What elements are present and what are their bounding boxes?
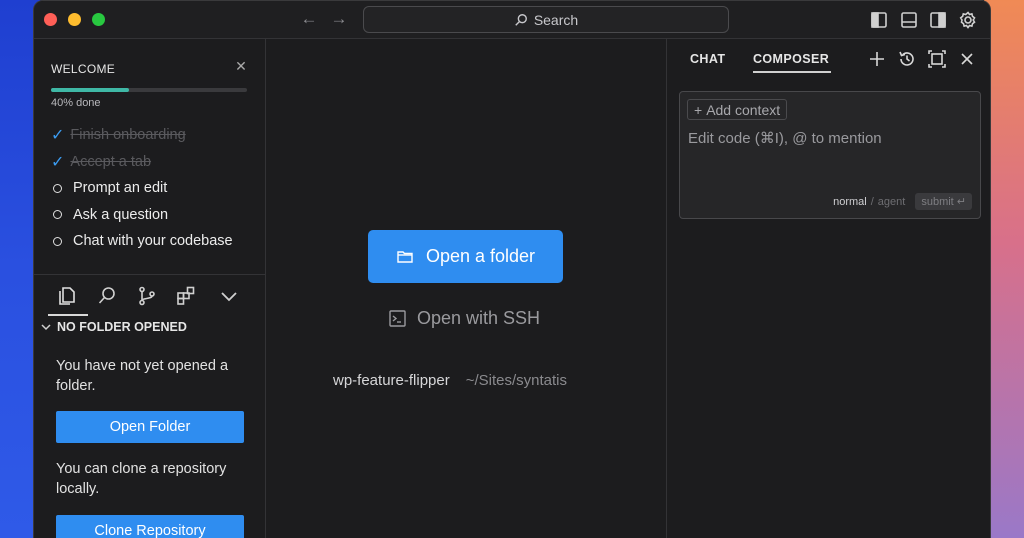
onboarding-progress-bar (51, 88, 247, 92)
search-label: Search (533, 11, 579, 28)
composer-placeholder: Edit code (⌘I), @ to mention (688, 130, 882, 147)
sidebar: WELCOME ✕ 40% done ✓ Finish onboarding ✓… (34, 39, 266, 538)
toggle-secondary-sidebar-icon[interactable] (928, 10, 948, 30)
arrow-right-icon[interactable]: → (329, 9, 349, 29)
circle-icon (53, 210, 62, 220)
gear-icon[interactable] (958, 10, 978, 30)
checklist-item-label: Accept a tab (70, 153, 152, 170)
composer-input[interactable]: + Add context Edit code (⌘I), @ to menti… (679, 91, 981, 219)
explorer-section-header[interactable]: NO FOLDER OPENED (40, 320, 187, 334)
editor-area: Open a folder Open with SSH wp-feature-f… (266, 39, 666, 538)
recent-project-path: ~/Sites/syntatis (465, 372, 568, 389)
open-with-ssh-label: Open with SSH (417, 308, 541, 328)
search-bar[interactable]: Search (363, 6, 729, 33)
close-icon[interactable] (957, 49, 977, 69)
arrow-left-icon[interactable]: ← (299, 9, 319, 29)
circle-icon (53, 236, 62, 246)
progress-fill (51, 88, 130, 92)
titlebar: ← → Search (34, 1, 990, 39)
open-with-ssh-button[interactable]: Open with SSH (388, 308, 540, 329)
history-icon[interactable] (897, 49, 917, 69)
tab-chat[interactable]: CHAT (690, 52, 725, 66)
active-tab-indicator (753, 71, 831, 73)
minimize-window-button[interactable] (68, 13, 81, 26)
extensions-icon[interactable] (175, 285, 197, 307)
open-a-folder-label: Open a folder (425, 246, 536, 266)
source-control-icon[interactable] (136, 285, 158, 307)
checklist-item-label: Finish onboarding (70, 127, 186, 144)
toggle-panel-icon[interactable] (899, 10, 919, 30)
chevron-down-icon[interactable] (218, 285, 240, 307)
progress-text: 40% done (51, 97, 101, 109)
plus-icon[interactable] (867, 49, 887, 69)
activity-bar (34, 274, 266, 316)
checklist-item[interactable]: Ask a question (51, 202, 233, 229)
folder-icon (397, 250, 413, 263)
plus-icon: + (694, 101, 703, 118)
recent-project[interactable]: wp-feature-flipper ~/Sites/syntatis (333, 372, 567, 389)
clone-repository-button[interactable]: Clone Repository (56, 515, 244, 538)
checklist-item-label: Chat with your codebase (73, 233, 233, 250)
tab-composer[interactable]: COMPOSER (753, 52, 829, 66)
checklist-item[interactable]: ✓ Finish onboarding (51, 122, 233, 149)
add-context-label: Add context (706, 101, 781, 118)
active-view-indicator (48, 314, 88, 316)
checkmark-icon: ✓ (51, 127, 65, 145)
search-icon[interactable] (96, 285, 118, 307)
checklist-item[interactable]: Prompt an edit (51, 175, 233, 202)
search-icon (515, 13, 527, 26)
composer-footer: normal / agent submit ↵ (833, 193, 972, 210)
maximize-window-button[interactable] (92, 13, 105, 26)
close-window-button[interactable] (44, 13, 57, 26)
toggle-primary-sidebar-icon[interactable] (869, 10, 889, 30)
open-a-folder-button[interactable]: Open a folder (368, 230, 563, 283)
checklist-item-label: Ask a question (73, 206, 169, 223)
folder-header-label: NO FOLDER OPENED (57, 320, 187, 334)
checklist-item[interactable]: Chat with your codebase (51, 228, 233, 255)
welcome-title: WELCOME (51, 62, 116, 76)
mode-normal[interactable]: normal (833, 196, 867, 208)
mode-agent[interactable]: agent (878, 196, 906, 208)
no-folder-message: You have not yet opened a folder. (56, 358, 229, 394)
add-context-button[interactable]: + Add context (687, 99, 788, 120)
close-icon[interactable]: ✕ (234, 59, 248, 73)
checklist-item-label: Prompt an edit (73, 180, 168, 197)
terminal-icon (389, 310, 406, 327)
files-icon[interactable] (56, 285, 78, 307)
app-window: ← → Search WELCOME ✕ 40% done ✓ Finish o… (33, 0, 991, 538)
checkmark-icon: ✓ (51, 153, 65, 171)
chevron-down-icon (41, 324, 51, 331)
maximize-icon[interactable] (927, 49, 947, 69)
mode-separator: / (870, 195, 874, 208)
checklist-item[interactable]: ✓ Accept a tab (51, 149, 233, 176)
circle-icon (53, 183, 62, 193)
submit-button[interactable]: submit ↵ (915, 193, 972, 210)
onboarding-checklist: ✓ Finish onboarding ✓ Accept a tab Promp… (51, 122, 233, 255)
recent-project-name: wp-feature-flipper (333, 372, 450, 389)
chat-panel: CHAT COMPOSER + Add context Edit code (⌘… (666, 39, 990, 538)
open-folder-button[interactable]: Open Folder (56, 411, 244, 443)
clone-message: You can clone a repository locally. (56, 461, 227, 497)
